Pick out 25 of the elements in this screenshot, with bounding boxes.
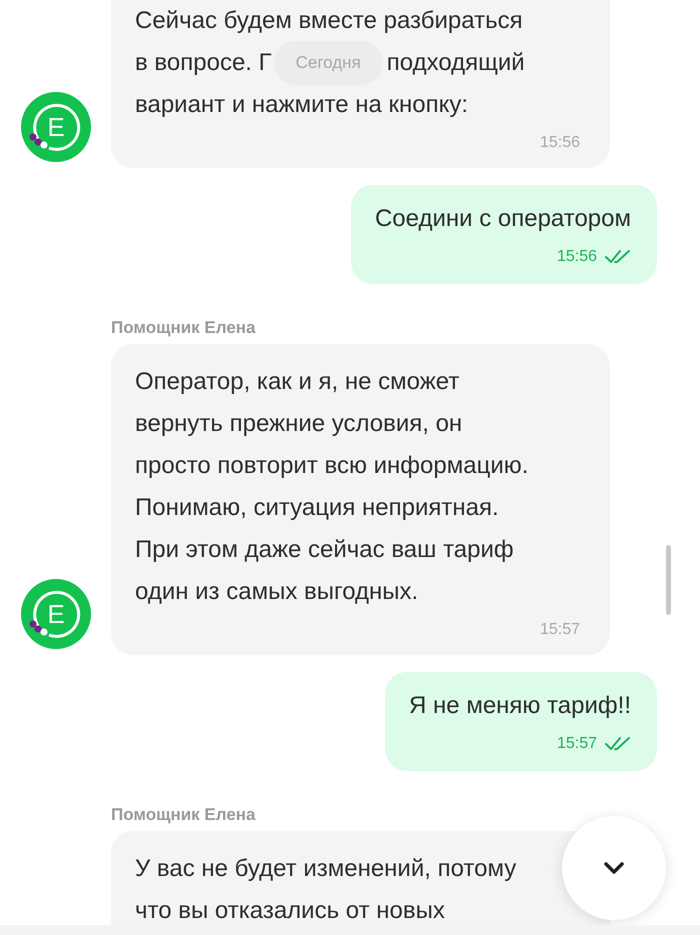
message-time: 15:56 [556, 248, 597, 266]
message-text: У вас не будет изменений, потому [135, 854, 516, 884]
message-time: 15:56 [540, 134, 580, 152]
message-text: Понимаю, ситуация неприятная. [135, 493, 499, 523]
message-time: 15:57 [540, 621, 580, 639]
message-text: подходящий [386, 48, 525, 78]
message-text: один из самых выгодных. [135, 577, 418, 607]
message-text: При этом даже сейчас ваш тариф [135, 535, 514, 565]
date-chip: Сегодня [274, 41, 383, 85]
avatar-icon: E [20, 92, 90, 162]
message-text: Я не меняю тариф!! [409, 691, 631, 721]
message-text: в вопросе. Г [135, 48, 272, 78]
message-text: вернуть прежние условия, он [135, 409, 462, 439]
message-text: Оператор, как и я, не сможет [135, 367, 460, 397]
message-text: вариант и нажмите на кнопку: [135, 90, 468, 120]
chevron-down-icon [602, 860, 626, 876]
message-text: Соедини с оператором [374, 204, 631, 234]
sender-name: Помощник Елена [111, 805, 256, 825]
message-text: что вы отказались от новых [135, 896, 445, 926]
scrollbar[interactable] [666, 545, 671, 615]
message-time: 15:57 [556, 735, 597, 753]
sender-name: Помощник Елена [111, 318, 256, 338]
message-text: Сейчас будем вместе разбираться [135, 6, 523, 36]
message-text: просто повторит всю информацию. [135, 451, 528, 481]
avatar-icon: E [20, 579, 90, 649]
